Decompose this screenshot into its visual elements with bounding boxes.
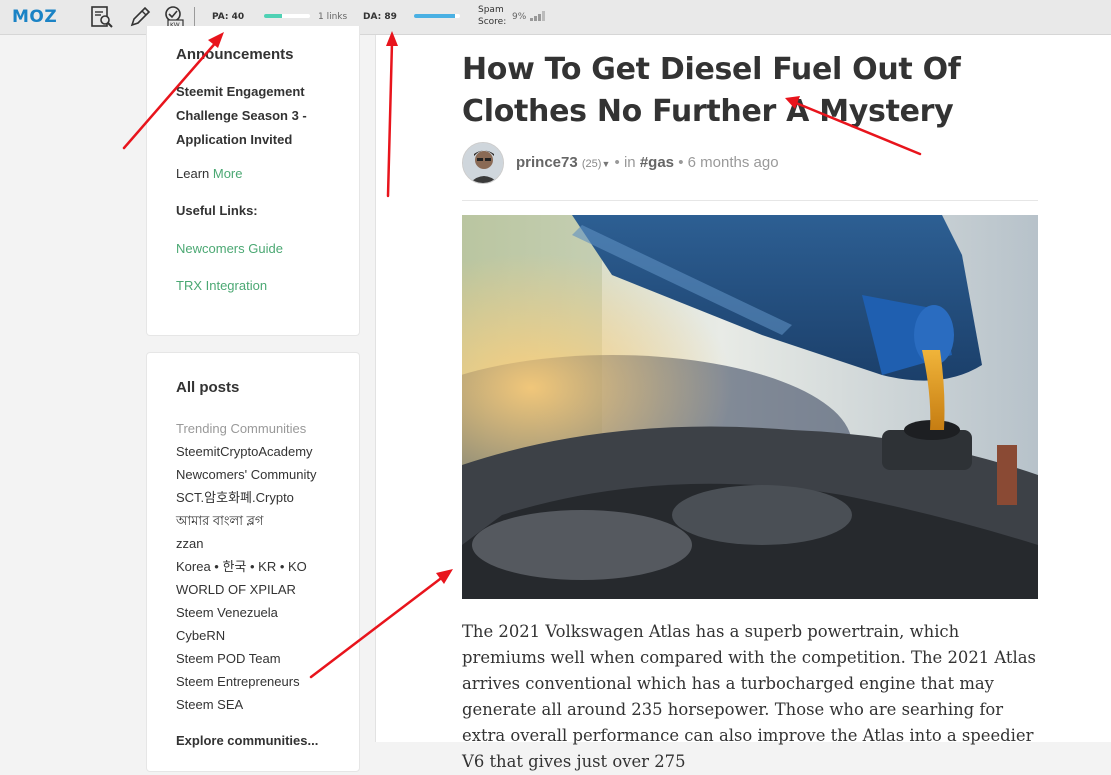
announcements-heading: Announcements (176, 46, 294, 63)
learn-more: Learn More (176, 166, 243, 181)
post-content: How To Get Diesel Fuel Out Of Clothes No… (376, 35, 1111, 771)
author-avatar[interactable] (462, 142, 504, 184)
spam-score-label-line2: Score: (478, 17, 507, 27)
announcements-card: Announcements Steemit Engagement Challen… (146, 26, 360, 336)
community-item[interactable]: zzan (176, 532, 316, 555)
pa-score-bar-fill (264, 14, 283, 18)
author-menu-caret-icon[interactable]: ▼ (601, 159, 610, 169)
spam-score-bars-icon (530, 11, 546, 21)
post-hero-image (462, 215, 1038, 599)
da-score-bar-fill (414, 14, 455, 18)
post-time[interactable]: 6 months ago (688, 154, 779, 171)
community-item[interactable]: SCT.암호화폐.Crypto (176, 486, 316, 509)
all-posts-card: All posts Trending Communities SteemitCr… (146, 352, 360, 772)
separator: • (614, 154, 620, 171)
separator: • (678, 154, 684, 171)
community-item[interactable]: SteemitCryptoAcademy (176, 440, 316, 463)
avatar-image (463, 143, 503, 183)
moz-logo[interactable]: MOZ (12, 7, 57, 27)
post-tag[interactable]: #gas (640, 154, 674, 171)
pa-label: PA: 40 (212, 12, 245, 22)
community-item[interactable]: CybeRN (176, 624, 316, 647)
toolbar-divider (194, 7, 195, 27)
community-list-header: Trending Communities (176, 421, 307, 436)
community-item[interactable]: Steem POD Team (176, 647, 316, 670)
learn-prefix: Learn (176, 166, 210, 181)
all-posts-heading[interactable]: All posts (176, 379, 239, 396)
community-list: Trending Communities SteemitCryptoAcadem… (176, 417, 316, 716)
post-body: The 2021 Volkswagen Atlas has a superb p… (462, 622, 1036, 771)
author-line: prince73 (25)▼ • in #gas • 6 months ago (516, 154, 779, 171)
post-title: How To Get Diesel Fuel Out Of Clothes No… (462, 52, 961, 129)
explore-communities-link[interactable]: Explore communities... (176, 733, 318, 748)
da-label: DA: 89 (363, 12, 397, 22)
da-score-bar (414, 14, 460, 18)
links-count[interactable]: 1 links (318, 12, 347, 22)
useful-links-heading: Useful Links: (176, 203, 258, 218)
newcomers-guide-link[interactable]: Newcomers Guide (176, 241, 283, 256)
author-reputation: (25) (581, 158, 602, 170)
community-item[interactable]: Steem SEA (176, 693, 316, 716)
community-item[interactable]: WORLD OF XPILAR (176, 578, 316, 601)
community-item[interactable]: Steem Entrepreneurs (176, 670, 316, 693)
pa-score-bar (264, 14, 310, 18)
oil-pouring-into-engine-image (462, 215, 1038, 599)
community-item[interactable]: Korea • 한국 • KR • KO (176, 555, 316, 578)
author-name[interactable]: prince73 (516, 154, 578, 171)
page-analysis-icon[interactable] (90, 5, 114, 29)
announcement-text[interactable]: Steemit Engagement Challenge Season 3 - … (176, 80, 326, 152)
spam-score-value: 9% (512, 12, 527, 22)
trx-integration-link[interactable]: TRX Integration (176, 278, 267, 293)
community-item[interactable]: Steem Venezuela (176, 601, 316, 624)
community-item[interactable]: আমার বাংলা ব্লগ (176, 509, 316, 532)
community-item[interactable]: Newcomers' Community (176, 463, 316, 486)
post-divider (462, 200, 1038, 201)
learn-more-link[interactable]: More (213, 166, 243, 181)
in-word: in (623, 154, 636, 171)
spam-score-label-line1: Spam (478, 5, 504, 15)
